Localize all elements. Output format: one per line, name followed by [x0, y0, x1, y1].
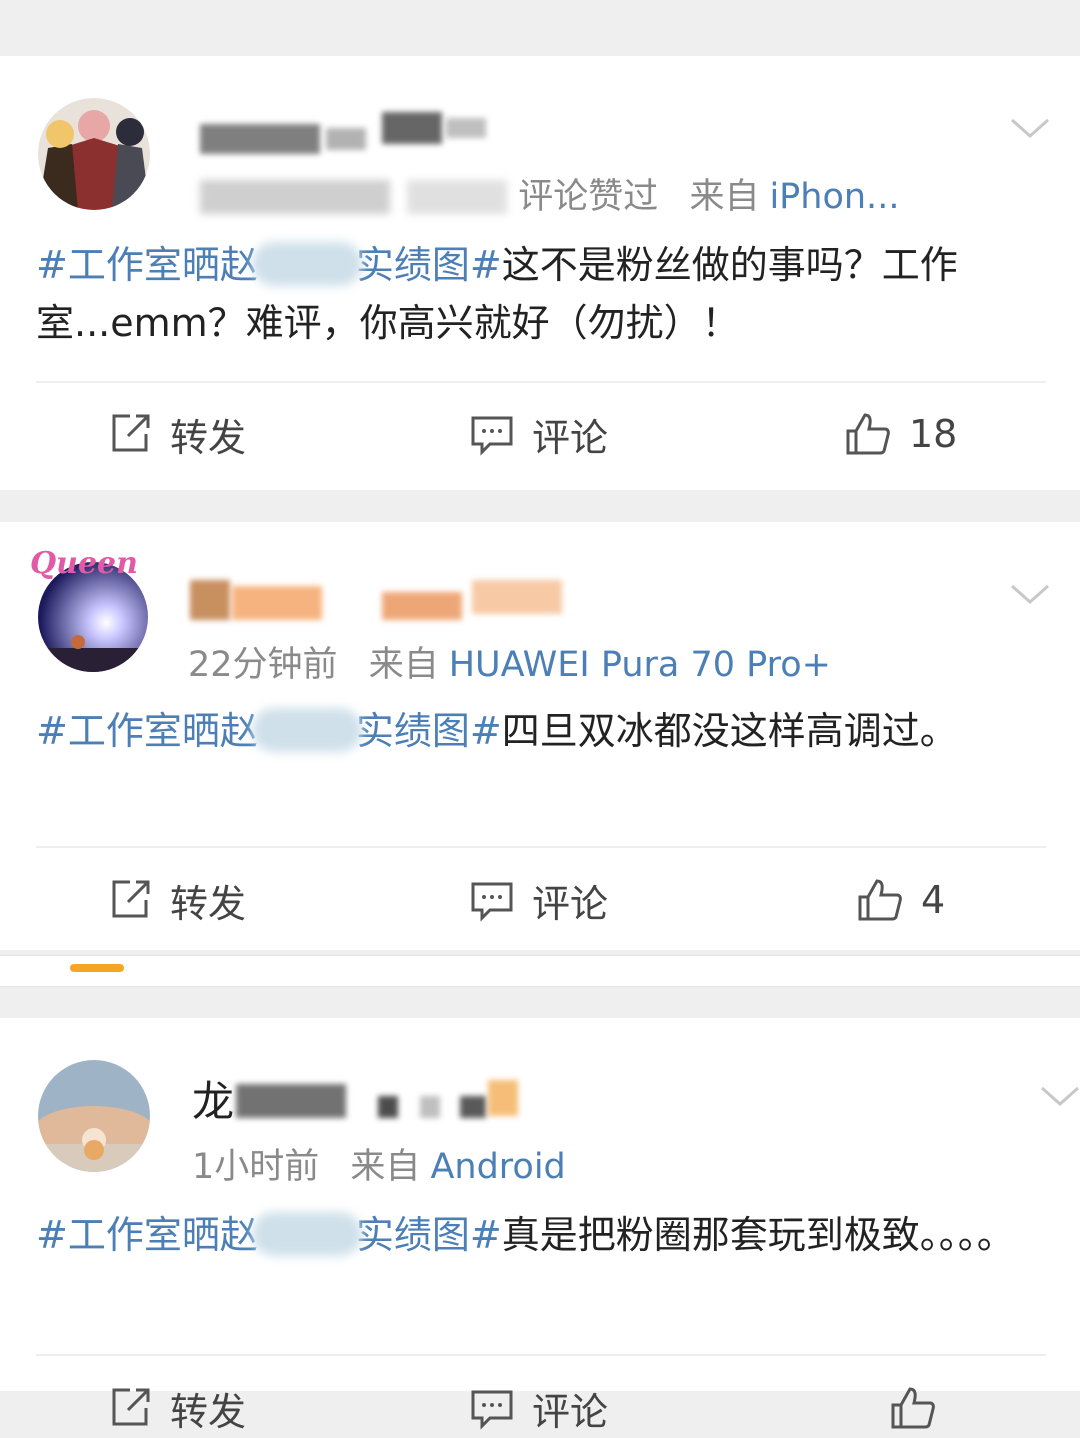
hashtag-link[interactable]: #工作室晒赵 实绩图#: [36, 708, 502, 753]
like-icon: [846, 413, 890, 455]
repost-label: 转发: [170, 1389, 247, 1434]
chevron-down-icon[interactable]: [1010, 108, 1050, 148]
like-icon: [858, 879, 902, 921]
post-meta: 评论赞过 来自 iPhon...: [200, 168, 899, 219]
avatar-frame-queen: Queen: [30, 546, 138, 581]
post-text: #工作室晒赵 实绩图#这不是粉丝做的事吗？工作室...emm？难评，你高兴就好（勿…: [36, 242, 958, 345]
comment-icon: [471, 1390, 513, 1430]
like-button[interactable]: [890, 1378, 954, 1438]
meta-from: 来自: [689, 177, 760, 217]
chevron-down-icon[interactable]: [1010, 574, 1050, 614]
username-censored[interactable]: [186, 104, 506, 164]
tab-strip: [0, 955, 1080, 987]
like-count: 18: [909, 412, 958, 456]
meta-from: 来自: [350, 1147, 421, 1187]
comment-label: 评论: [532, 1389, 609, 1434]
meta-time: 22分钟前: [188, 645, 338, 685]
like-button[interactable]: 18: [845, 404, 957, 464]
divider: [36, 846, 1046, 848]
avatar[interactable]: [38, 1060, 150, 1172]
post-card: 龙 1小时前 来自 Android #工作室晒赵 实绩图#真是把粉圈那套玩到极致。。…: [0, 1018, 1080, 1434]
post-meta: 1小时前 来自 Android: [192, 1138, 566, 1189]
username-visible: 龙: [192, 1077, 235, 1126]
repost-label: 转发: [170, 415, 247, 460]
chevron-down-icon[interactable]: [1040, 1076, 1080, 1116]
comment-button[interactable]: 评论: [470, 404, 608, 464]
post-card: 评论赞过 来自 iPhon... #工作室晒赵 实绩图#这不是粉丝做的事吗？工作室.…: [0, 56, 1080, 490]
like-icon: [891, 1387, 935, 1429]
like-button[interactable]: 4: [857, 870, 945, 930]
divider: [36, 1354, 1046, 1356]
username-censored[interactable]: [186, 574, 586, 634]
post-card: Queen 22分钟前 来自 HUAWEI Pura 70 Pro+ #工作室晒赵…: [0, 522, 1080, 950]
comment-label: 评论: [532, 415, 609, 460]
meta-from: 来自: [368, 645, 439, 685]
repost-button[interactable]: 转发: [108, 1378, 246, 1438]
meta-source[interactable]: Android: [430, 1147, 565, 1187]
comment-button[interactable]: 评论: [470, 870, 608, 930]
hashtag-link[interactable]: #工作室晒赵 实绩图#: [36, 1212, 502, 1257]
hashtag-link[interactable]: #工作室晒赵 实绩图#: [36, 242, 502, 287]
meta-source[interactable]: HUAWEI Pura 70 Pro+: [449, 645, 831, 685]
meta-source[interactable]: iPhon...: [769, 177, 899, 217]
repost-icon: [112, 414, 150, 452]
meta-tail: 评论赞过: [518, 177, 659, 217]
divider: [36, 381, 1046, 383]
comment-label: 评论: [532, 881, 609, 926]
repost-icon: [112, 880, 150, 918]
comment-icon: [471, 882, 513, 922]
repost-icon: [112, 1388, 150, 1426]
repost-button[interactable]: 转发: [108, 870, 246, 930]
repost-label: 转发: [170, 881, 247, 926]
comment-button[interactable]: 评论: [470, 1378, 608, 1438]
tab-indicator: [70, 964, 124, 972]
avatar[interactable]: [38, 98, 150, 210]
comment-icon: [471, 416, 513, 456]
post-text: #工作室晒赵 实绩图#四旦双冰都没这样高调过。: [36, 708, 958, 753]
post-text: #工作室晒赵 实绩图#真是把粉圈那套玩到极致。。。。: [36, 1212, 1015, 1257]
username[interactable]: 龙: [192, 1072, 532, 1132]
repost-button[interactable]: 转发: [108, 404, 246, 464]
meta-time: 1小时前: [192, 1147, 320, 1187]
like-count: 4: [921, 878, 946, 922]
post-meta: 22分钟前 来自 HUAWEI Pura 70 Pro+: [188, 636, 831, 687]
